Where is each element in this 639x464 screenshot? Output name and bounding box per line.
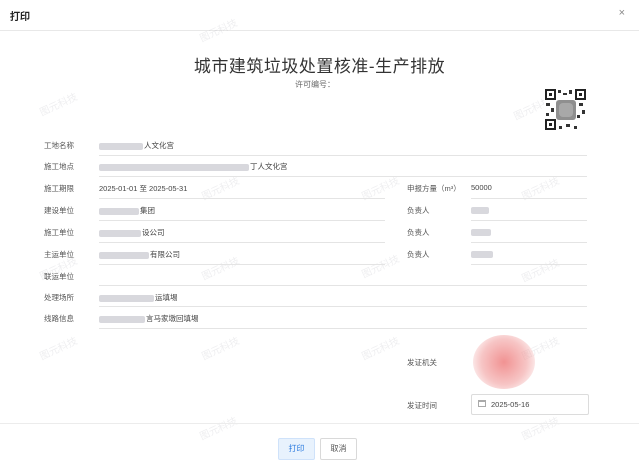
joint-unit-label: 联运单位 xyxy=(44,272,74,281)
building-person-value xyxy=(471,205,490,214)
cancel-button[interactable]: 取消 xyxy=(320,438,357,460)
construction-address-label: 施工地点 xyxy=(44,162,74,171)
dialog-header: 打印 × xyxy=(0,0,639,31)
watermark: 图元科技 xyxy=(200,255,242,283)
watermark: 图元科技 xyxy=(200,335,242,363)
construction-person-value xyxy=(471,227,492,236)
construction-person-label: 负责人 xyxy=(407,228,430,237)
construction-unit-label: 施工单位 xyxy=(44,228,74,237)
document-title: 城市建筑垃圾处置核准-生产排放 xyxy=(193,57,446,76)
calendar-icon xyxy=(478,400,486,407)
divider xyxy=(99,285,587,286)
divider xyxy=(471,242,587,243)
building-unit-value: 集团 xyxy=(99,205,155,216)
site-name-label: 工地名称 xyxy=(44,141,74,150)
divider xyxy=(99,176,587,177)
issue-date-field[interactable]: 2025-05-16 xyxy=(471,394,589,415)
divider xyxy=(99,198,385,199)
construction-period-label: 施工期限 xyxy=(44,184,74,193)
declared-volume-label: 申报方量（m³） xyxy=(407,184,461,193)
issuing-authority-label: 发证机关 xyxy=(407,358,437,367)
site-name-value: 人文化宫 xyxy=(99,140,174,151)
divider xyxy=(471,198,587,199)
construction-unit-value: 设公司 xyxy=(99,227,165,238)
transport-unit-value: 有限公司 xyxy=(99,249,180,260)
watermark: 图元科技 xyxy=(198,415,240,443)
permit-number-label: 许可编号： xyxy=(295,80,335,89)
watermark: 图元科技 xyxy=(38,335,80,363)
divider xyxy=(99,220,385,221)
dialog-title: 打印 xyxy=(10,12,30,23)
disposal-site-label: 处理场所 xyxy=(44,293,74,302)
divider xyxy=(99,328,587,329)
divider xyxy=(99,264,385,265)
route-info-value: 言马家墩回填埸 xyxy=(99,313,199,324)
declared-volume-value: 50000 xyxy=(471,183,492,192)
divider xyxy=(99,155,587,156)
transport-unit-label: 主运单位 xyxy=(44,250,74,259)
close-icon[interactable]: × xyxy=(619,7,625,19)
qr-code-icon xyxy=(544,88,587,131)
issue-date-value: 2025-05-16 xyxy=(491,400,530,409)
print-button[interactable]: 打印 xyxy=(278,438,315,460)
building-person-label: 负责人 xyxy=(407,206,430,215)
divider xyxy=(471,220,587,221)
building-unit-label: 建设单位 xyxy=(44,206,74,215)
transport-person-label: 负责人 xyxy=(407,250,430,259)
official-seal xyxy=(473,335,535,389)
issue-date-label: 发证时间 xyxy=(407,401,437,410)
watermark: 图元科技 xyxy=(360,335,402,363)
disposal-site-value: 运填埸 xyxy=(99,292,178,303)
divider xyxy=(471,264,587,265)
watermark: 图元科技 xyxy=(360,253,402,281)
watermark: 图元科技 xyxy=(520,257,562,285)
route-info-label: 线路信息 xyxy=(44,314,74,323)
construction-period-value: 2025-01-01 至 2025-05-31 xyxy=(99,184,188,193)
footer-divider xyxy=(0,423,639,424)
watermark: 图元科技 xyxy=(520,415,562,443)
divider xyxy=(99,242,385,243)
construction-address-value: 丁人文化宫 xyxy=(99,161,288,172)
transport-person-value xyxy=(471,249,494,258)
watermark: 图元科技 xyxy=(38,91,80,119)
divider xyxy=(99,306,587,307)
